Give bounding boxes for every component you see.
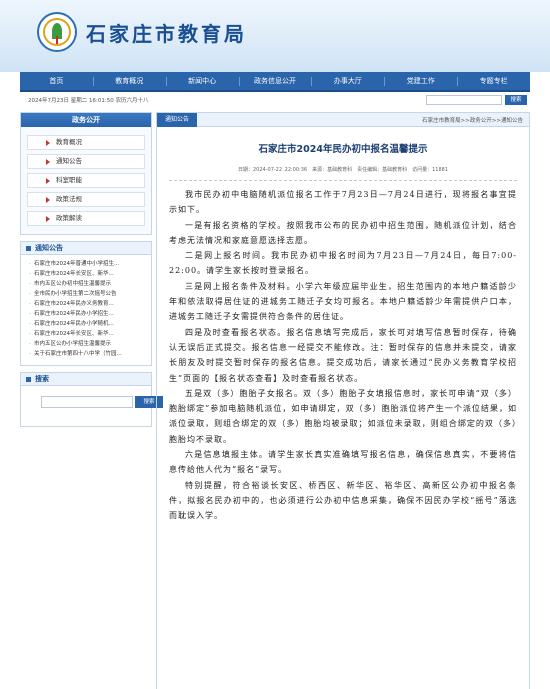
notice-link[interactable]: 石家庄市2024年普通中小学招生... — [29, 259, 145, 269]
current-date: 2024年7月23日 星期二 16:01:50 农历六月十八 — [28, 98, 149, 104]
nav-item-special[interactable]: 专题专栏 — [457, 72, 530, 90]
notice-link[interactable]: 关于石家庄市第四十八中学（竹园... — [29, 349, 145, 359]
notice-link[interactable]: 市内五区公办初中招生温馨提示 — [29, 279, 145, 289]
main-nav: 首页 教育概况 新闻中心 政务信息公开 办事大厅 党建工作 专题专栏 — [20, 72, 530, 92]
article-paragraph: 一是有报名资格的学校。按照我市公布的民办初中招生范围，随机派位计划，结合考虑无法… — [169, 220, 517, 245]
nav-item-overview[interactable]: 教育概况 — [92, 72, 166, 90]
info-bar: 2024年7月23日 星期二 16:01:50 农历六月十八 搜索 — [20, 93, 530, 107]
tab-notices[interactable]: 通知公告 — [157, 113, 197, 127]
notice-link[interactable]: 石家庄市2024年民办义务教育... — [29, 299, 145, 309]
site-title[interactable]: 石家庄市教育局 — [86, 18, 247, 47]
notice-panel: 通知公告 石家庄市2024年普通中小学招生... 石家庄市2024年长安区、新华… — [20, 241, 152, 366]
nav-item-party[interactable]: 党建工作 — [384, 72, 457, 90]
gov-open-title: 政务公开 — [21, 113, 151, 127]
sidebar-item-notices[interactable]: 通知公告 — [27, 154, 145, 169]
sidebar-item-functions[interactable]: 科室职能 — [27, 173, 145, 188]
article-paragraph: 三是网上报名条件及材料。小学六年级应届毕业生，招生范围内的本地户籍适龄少年和依法… — [169, 281, 517, 322]
sidebar: 政务公开 教育概况 通知公告 科室职能 政策法规 政策解读 通知公告 石家庄市2… — [20, 112, 163, 433]
sidebar-search: 搜索 — [21, 386, 163, 426]
nav-item-news[interactable]: 新闻中心 — [165, 72, 239, 90]
notice-link[interactable]: 市内五区公办小学招生温馨提示 — [29, 339, 145, 349]
article-paragraph: 六是信息填报主体。请学生家长真实准确填写报名信息，确保信息真实，不要将信息传给他… — [169, 450, 517, 475]
nav-item-home[interactable]: 首页 — [20, 72, 93, 90]
site-header: 石家庄市教育局 — [0, 0, 550, 72]
notice-panel-title: 通知公告 — [21, 242, 151, 255]
article-title: 石家庄市2024年民办初中报名温馨提示 — [258, 144, 428, 155]
article-paragraph: 四是及时查看报名状态。报名信息填写完成后，家长可对填写信息暂时保存，待确认无误后… — [169, 327, 517, 383]
page: 石家庄市教育局 首页 教育概况 新闻中心 政务信息公开 办事大厅 党建工作 专题… — [0, 0, 550, 689]
article-meta: 日期：2024-07-22 22:00:36 来源：基础教育科 责任编辑：基础教… — [169, 166, 517, 181]
sidebar-item-regulations[interactable]: 政策法规 — [27, 192, 145, 207]
sidebar-item-overview[interactable]: 教育概况 — [27, 135, 145, 150]
article-body: 我市民办初中电脑随机派位报名工作于7月23日—7月24日进行，现将报名事宜提示如… — [157, 187, 529, 524]
article-tabbar: 通知公告 石家庄市教育局>>政务公开>>通知公告 — [157, 113, 529, 127]
gov-open-panel: 政务公开 教育概况 通知公告 科室职能 政策法规 政策解读 — [20, 112, 152, 235]
notice-list: 石家庄市2024年普通中小学招生... 石家庄市2024年长安区、新华... 市… — [21, 255, 151, 365]
article-paragraph: 二是网上报名时间。我市民办初中报名时间为7月23日—7月24日，每日7:00-2… — [169, 251, 517, 276]
article-paragraph: 五是双（多）胞胎子女报名。双（多）胞胎子女填报信息时，家长可申请“双（多）胞胎绑… — [169, 388, 517, 444]
notice-link[interactable]: 石家庄市2024年民办小学随机... — [29, 319, 145, 329]
nav-item-gov-info[interactable]: 政务信息公开 — [238, 72, 312, 90]
notice-link[interactable]: 石家庄市2024年民办小学招生... — [29, 309, 145, 319]
sidebar-search-input[interactable] — [41, 396, 133, 408]
nav-item-service-hall[interactable]: 办事大厅 — [311, 72, 384, 90]
article-paragraph: 我市民办初中电脑随机派位报名工作于7月23日—7月24日进行，现将报名事宜提示如… — [169, 190, 517, 215]
notice-link[interactable]: 石家庄市2024年长安区、新华... — [29, 329, 145, 339]
gov-open-menu: 教育概况 通知公告 科室职能 政策法规 政策解读 — [21, 127, 151, 234]
education-bureau-logo-icon[interactable] — [37, 12, 77, 52]
top-search-button[interactable]: 搜索 — [505, 95, 527, 105]
notice-link[interactable]: 全市民办小学招生第二次摇号公告 — [29, 289, 145, 299]
sidebar-item-interpretation[interactable]: 政策解读 — [27, 211, 145, 226]
top-search-input[interactable] — [426, 95, 502, 105]
search-panel: 搜索 搜索 — [20, 372, 163, 427]
search-panel-title: 搜索 — [21, 373, 151, 386]
article-paragraph: 特别提醒，符合裕谈长安区、桥西区、新华区、裕华区、高新区公办初中报名条件，拟报名… — [169, 480, 517, 521]
breadcrumb[interactable]: 石家庄市教育局>>政务公开>>通知公告 — [422, 116, 523, 124]
notice-link[interactable]: 石家庄市2024年长安区、新华... — [29, 269, 145, 279]
article-panel: 通知公告 石家庄市教育局>>政务公开>>通知公告 石家庄市2024年民办初中报名… — [156, 112, 530, 689]
